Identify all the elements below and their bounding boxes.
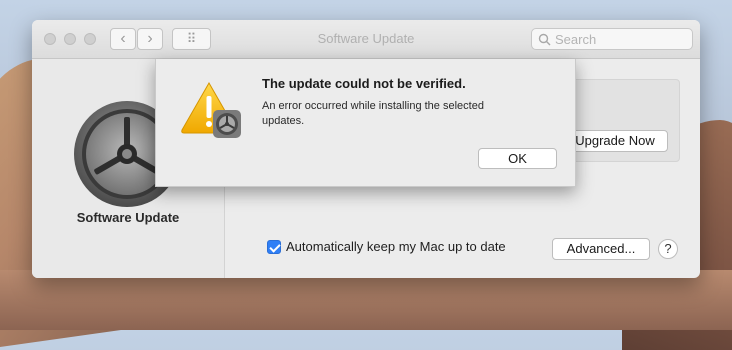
alert-title: The update could not be verified. — [262, 76, 466, 91]
alert-sheet: The update could not be verified. An err… — [155, 59, 576, 187]
advanced-button[interactable]: Advanced... — [552, 238, 650, 260]
title-bar: ‹ › ⠿ Software Update Search — [32, 20, 700, 59]
alert-message: An error occurred while installing the s… — [262, 100, 484, 127]
auto-update-checkbox[interactable] — [267, 239, 281, 254]
search-placeholder: Search — [555, 32, 597, 47]
search-icon — [538, 33, 551, 46]
auto-update-label[interactable]: Automatically keep my Mac up to date — [286, 239, 506, 254]
auto-update-row: Automatically keep my Mac up to date — [267, 239, 506, 254]
upgrade-now-button[interactable]: Upgrade Now — [562, 130, 668, 152]
help-button[interactable]: ? — [658, 239, 678, 259]
warning-icon — [181, 81, 241, 138]
search-field[interactable]: Search — [531, 28, 693, 50]
desktop-ground — [0, 270, 732, 330]
sidebar-title: Software Update — [76, 210, 180, 225]
ok-button[interactable]: OK — [478, 148, 557, 169]
